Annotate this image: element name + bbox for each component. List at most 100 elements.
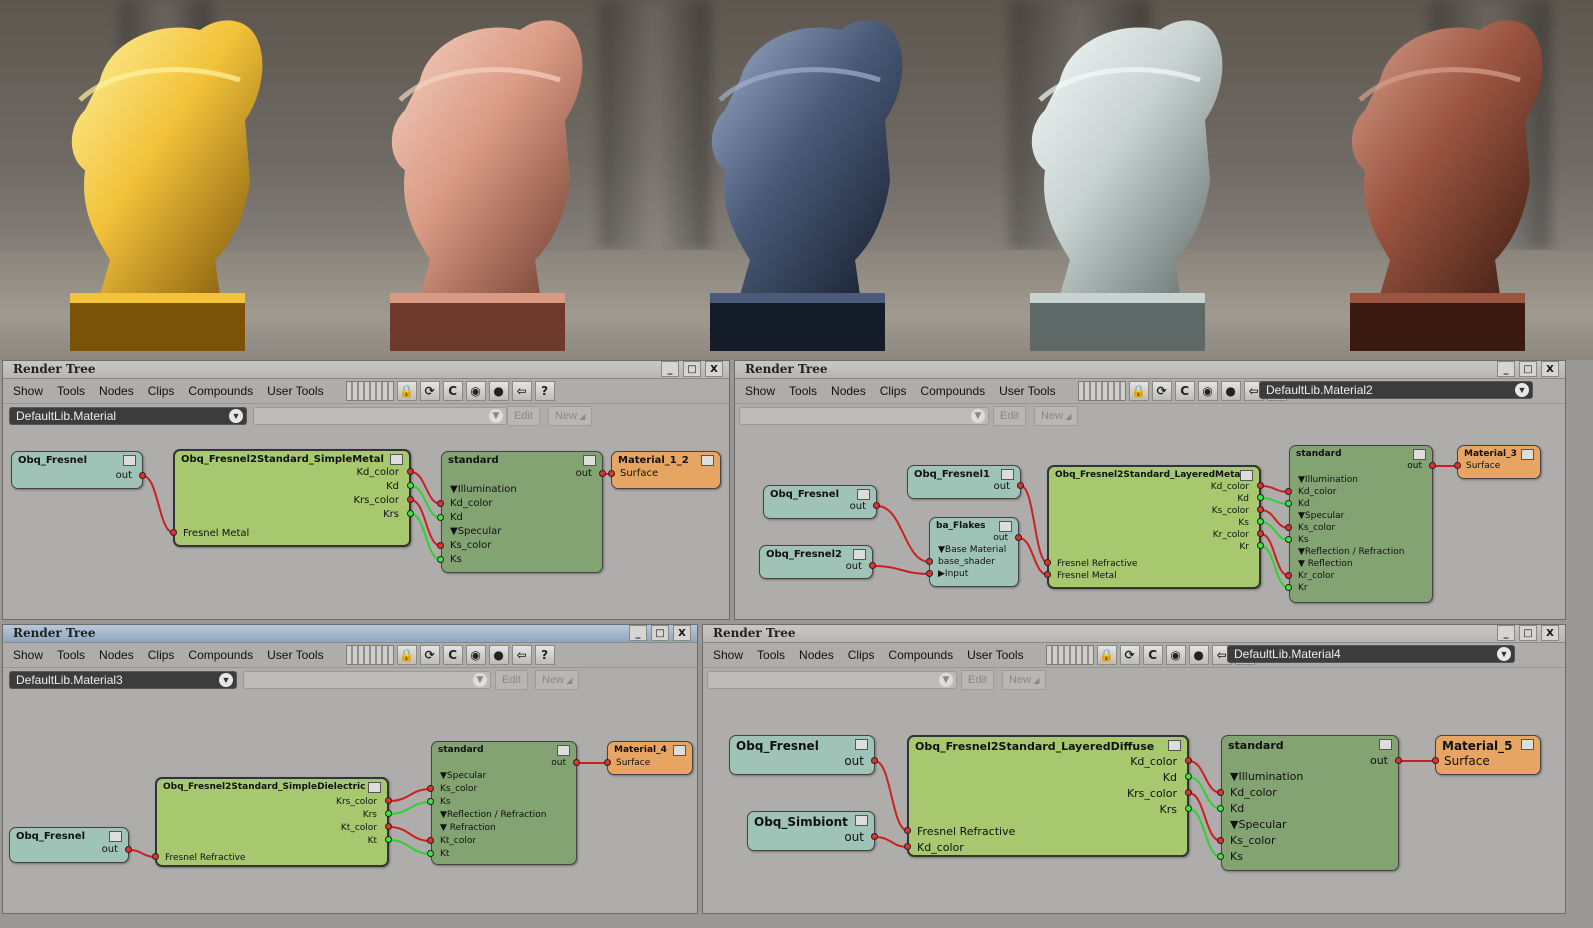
collapse-icon[interactable] [1001, 469, 1014, 480]
c-icon[interactable]: C [1174, 381, 1195, 401]
menu-user-tools[interactable]: User Tools [267, 384, 323, 398]
out-port[interactable] [869, 562, 876, 569]
menu-nodes[interactable]: Nodes [99, 648, 134, 662]
in-port[interactable] [608, 470, 615, 477]
c-icon[interactable]: C [442, 381, 463, 401]
c-icon[interactable]: C [1142, 645, 1163, 665]
node-fresnel[interactable]: Obq_Fresnel out [729, 735, 875, 775]
minimize-button[interactable]: _ [1497, 361, 1515, 377]
help-icon[interactable]: ? [534, 381, 555, 401]
c-icon[interactable]: C [442, 645, 463, 665]
menu-compounds[interactable]: Compounds [188, 648, 253, 662]
out-port[interactable] [1257, 542, 1264, 549]
refresh-icon[interactable]: ⟳ [1151, 381, 1172, 401]
collapse-icon[interactable] [109, 831, 122, 842]
in-port[interactable] [1285, 584, 1292, 591]
collapse-icon[interactable] [673, 745, 686, 756]
menu-user-tools[interactable]: User Tools [967, 648, 1023, 662]
maximize-button[interactable]: □ [1519, 361, 1537, 377]
collapse-icon[interactable] [1521, 739, 1534, 750]
in-port[interactable] [1285, 572, 1292, 579]
lock-icon[interactable]: 🔒 [396, 381, 417, 401]
out-port[interactable] [599, 470, 606, 477]
in-port[interactable] [1217, 789, 1224, 796]
collapse-icon[interactable] [123, 455, 136, 466]
out-port[interactable] [1257, 518, 1264, 525]
out-port[interactable] [1257, 482, 1264, 489]
material-selector[interactable]: DefaultLib.Material4 ▼ [1227, 645, 1515, 663]
in-port[interactable] [427, 837, 434, 844]
node-std[interactable]: standard out ▼Illumination Kd_color Kd ▼Specu… [441, 451, 603, 573]
sphere-icon[interactable]: ● [1188, 645, 1209, 665]
node-mat[interactable]: Material_5 Surface [1435, 735, 1541, 775]
out-port[interactable] [1185, 805, 1192, 812]
in-port[interactable] [1044, 571, 1051, 578]
out-port[interactable] [873, 502, 880, 509]
display-toggle-group[interactable] [1045, 645, 1094, 665]
in-port[interactable] [437, 542, 444, 549]
in-port[interactable] [1217, 853, 1224, 860]
in-port[interactable] [170, 529, 177, 536]
out-port[interactable] [139, 472, 146, 479]
in-port[interactable] [926, 558, 933, 565]
collapse-icon[interactable] [1168, 740, 1181, 751]
out-port[interactable] [407, 482, 414, 489]
back-arrow-icon[interactable]: ⇦ [511, 381, 532, 401]
out-port[interactable] [385, 836, 392, 843]
menu-show[interactable]: Show [745, 384, 775, 398]
menu-compounds[interactable]: Compounds [188, 384, 253, 398]
lock-icon[interactable]: 🔒 [396, 645, 417, 665]
in-port[interactable] [152, 853, 159, 860]
help-icon[interactable]: ? [534, 645, 555, 665]
node-fresnel[interactable]: Obq_Fresnel out [11, 451, 143, 489]
menu-show[interactable]: Show [13, 384, 43, 398]
display-toggle-group[interactable] [1077, 381, 1126, 401]
collapse-icon[interactable] [1240, 470, 1253, 481]
in-port[interactable] [437, 500, 444, 507]
in-port[interactable] [904, 827, 911, 834]
close-button[interactable]: X [1541, 361, 1559, 377]
out-port[interactable] [1429, 462, 1436, 469]
globe-icon[interactable]: ◉ [1197, 381, 1218, 401]
in-port[interactable] [926, 570, 933, 577]
out-port[interactable] [871, 757, 878, 764]
out-port[interactable] [385, 797, 392, 804]
out-port[interactable] [407, 496, 414, 503]
sphere-icon[interactable]: ● [1220, 381, 1241, 401]
out-port[interactable] [1257, 494, 1264, 501]
in-port[interactable] [437, 556, 444, 563]
out-port[interactable] [1395, 757, 1402, 764]
material-selector[interactable]: DefaultLib.Material3 ▼ [9, 671, 237, 689]
in-port[interactable] [437, 514, 444, 521]
node-mat[interactable]: Material_4 Surface [607, 741, 693, 775]
menu-clips[interactable]: Clips [148, 648, 175, 662]
in-port[interactable] [1285, 524, 1292, 531]
secondary-selector[interactable]: ▼ [707, 671, 957, 689]
collapse-icon[interactable] [853, 549, 866, 560]
menu-user-tools[interactable]: User Tools [267, 648, 323, 662]
node-conv[interactable]: Obq_Fresnel2Standard_SimpleMetal Kd_color… [173, 449, 411, 547]
menu-nodes[interactable]: Nodes [99, 384, 134, 398]
secondary-selector[interactable]: ▼ [739, 407, 989, 425]
node-conv[interactable]: Obq_Fresnel2Standard_SimpleDielectric Krs… [155, 777, 389, 867]
node-fresnel[interactable]: Obq_Fresnel out [763, 485, 877, 519]
close-button[interactable]: X [705, 361, 723, 377]
in-port[interactable] [604, 759, 611, 766]
secondary-selector[interactable]: ▼ [243, 671, 491, 689]
sphere-icon[interactable]: ● [488, 645, 509, 665]
menu-show[interactable]: Show [713, 648, 743, 662]
menu-tools[interactable]: Tools [757, 648, 785, 662]
collapse-icon[interactable] [583, 455, 596, 466]
refresh-icon[interactable]: ⟳ [419, 381, 440, 401]
in-port[interactable] [1044, 559, 1051, 566]
in-port[interactable] [904, 843, 911, 850]
display-toggle-group[interactable] [345, 381, 394, 401]
out-port[interactable] [385, 823, 392, 830]
collapse-icon[interactable] [857, 489, 870, 500]
out-port[interactable] [1015, 534, 1022, 541]
out-port[interactable] [1017, 482, 1024, 489]
maximize-button[interactable]: □ [651, 625, 669, 641]
out-port[interactable] [407, 510, 414, 517]
new-button[interactable]: New ◢ [535, 670, 580, 690]
out-port[interactable] [407, 468, 414, 475]
